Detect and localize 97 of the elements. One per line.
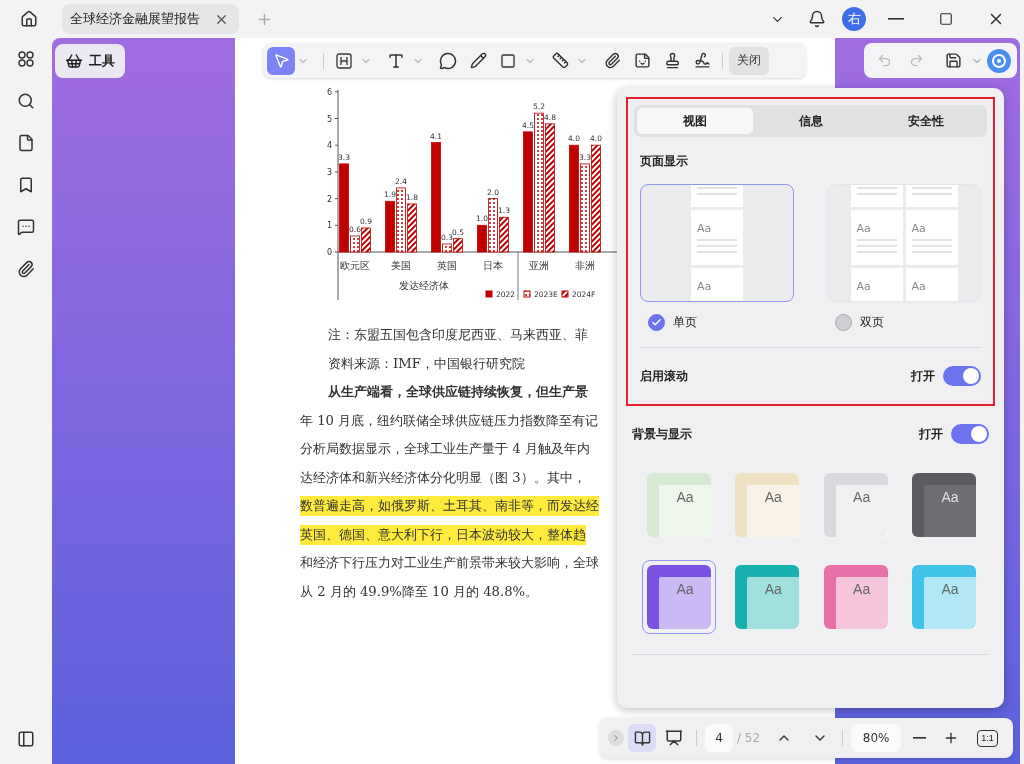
axis-tick-label: 1 (326, 221, 332, 231)
close-toolbar-button[interactable]: 关闭 (729, 46, 769, 75)
theme-sample-text: Aa (676, 489, 694, 505)
reading-mode-button[interactable] (628, 724, 656, 752)
undo-icon (876, 53, 892, 68)
switch-state: 打开 (919, 425, 943, 443)
document-text: 从 2 月的 49.9%降至 10 月的 48.8%。 (300, 582, 539, 601)
bell-icon (808, 10, 826, 28)
zoom-level-field[interactable]: 80% (851, 724, 902, 752)
speech-bubble-icon (439, 51, 457, 70)
preview-text: Aa (697, 280, 713, 293)
save-icon (944, 52, 962, 69)
theme-sample-text: Aa (853, 581, 871, 597)
theme-sample-text: Aa (764, 581, 782, 597)
scroll-switch[interactable] (943, 366, 981, 386)
highlighted-text: 英国、德国、意大利下行，日本波动较大，整体趋 (300, 524, 586, 545)
category-label: 日本 (483, 260, 503, 271)
chart-bar (396, 187, 406, 253)
basket-icon (65, 52, 83, 70)
document-text: 年 10 月底，纽约联储全球供应链压力指数降至有记 (300, 411, 599, 430)
pencil-icon (469, 52, 487, 69)
book-icon (633, 729, 651, 747)
document-text: 从生产端看，全球供应链持续恢复，但生产景 (328, 383, 588, 402)
document-text: 资料来源：IMF，中国银行研究院 (328, 354, 525, 373)
highlighted-text: 数普遍走高，如俄罗斯、土耳其、南非等，而发达经 (300, 496, 599, 517)
chart-bar (385, 200, 395, 253)
minus-icon (912, 737, 926, 739)
user-avatar[interactable]: 右 (842, 7, 866, 31)
tools-button[interactable]: 工具 (55, 44, 125, 78)
axis-tick-label: 6 (326, 87, 332, 97)
paperclip-icon (17, 260, 35, 278)
document-text: 和经济下行压力对工业生产前景带来较大影响，全球 (300, 554, 599, 573)
tab-title: 全球经济金融展望报告 (70, 10, 200, 28)
document-text: 达经济体和新兴经济体分化明显（图 3）。其中， (300, 468, 586, 487)
sidebar-icon (17, 730, 35, 748)
actual-size-button[interactable]: 1:1 (977, 729, 998, 747)
select-tool[interactable] (267, 46, 295, 75)
category-label: 非洲 (575, 260, 595, 271)
theme-sample-text: Aa (853, 489, 871, 505)
maximize-icon (939, 12, 953, 26)
category-label: 亚洲 (529, 260, 549, 271)
axis-tick-label: 3 (326, 167, 332, 177)
assistant-icon[interactable] (987, 48, 1011, 73)
bookmark-icon (17, 176, 35, 194)
preview-text: Aa (911, 222, 927, 235)
rectangle-icon (500, 52, 516, 69)
layout-radio[interactable]: 双页 (827, 314, 981, 331)
page-total: / 52 (737, 731, 761, 745)
paperclip-icon (603, 52, 621, 69)
chart-bar (407, 203, 417, 253)
preview-text: Aa (856, 280, 872, 293)
setting-label: 背景与显示 (632, 425, 693, 443)
text-icon (387, 51, 405, 70)
theme-sample-text: Aa (764, 489, 782, 505)
axis-tick-label: 0 (326, 248, 332, 257)
panel-tab[interactable]: 信息 (752, 108, 869, 134)
section-title: 页面显示 (640, 153, 689, 170)
home-icon (20, 10, 38, 28)
axis-group-label: 发达经济体 (399, 280, 449, 291)
theme-sample-text: Aa (941, 489, 959, 505)
heading-icon (335, 51, 353, 70)
category-label: 欧元区 (340, 260, 370, 271)
redo-icon (908, 53, 924, 68)
panel-tab[interactable]: 安全性 (868, 108, 984, 134)
page-layout-preview[interactable]: Aa Aa Aa Aa (827, 184, 981, 302)
theme-sample-text: Aa (676, 581, 694, 597)
switch-state: 打开 (911, 367, 935, 385)
stamp-icon (663, 52, 681, 69)
pointer-icon (272, 52, 290, 69)
page-layout-preview[interactable]: Aa Aa (640, 184, 794, 302)
setting-label: 启用滚动 (640, 367, 689, 385)
axis-tick-label: 5 (326, 114, 332, 124)
chevron-right-icon (611, 733, 621, 743)
grid-icon (17, 50, 35, 68)
background-switch[interactable] (951, 424, 989, 444)
preview-text: Aa (697, 222, 713, 235)
category-label: 英国 (437, 260, 457, 271)
theme-sample-text: Aa (941, 581, 959, 597)
minimize-icon (888, 18, 904, 20)
ruler-icon (551, 52, 569, 69)
page-icon (17, 134, 35, 152)
document-text: 注：东盟五国包含印度尼西亚、马来西亚、菲 (328, 326, 588, 345)
document-text: 分析局数据显示，全球工业生产量于 4 月触及年内 (300, 440, 590, 459)
document-tab[interactable]: 全球经济金融展望报告 (62, 4, 239, 34)
comment-icon (17, 218, 35, 236)
signature-icon (693, 52, 711, 69)
panel-tab[interactable]: 视图 (637, 108, 753, 134)
search-icon (17, 92, 35, 110)
category-label: 美国 (391, 260, 411, 271)
axis-tick-label: 2 (326, 194, 332, 204)
layout-radio[interactable]: 单页 (640, 314, 794, 331)
sticker-icon (633, 52, 651, 69)
preview-text: Aa (856, 222, 872, 235)
axis-tick-label: 4 (326, 141, 332, 151)
preview-text: Aa (911, 280, 927, 293)
presentation-icon (665, 729, 683, 747)
page-number-field[interactable]: 4 (705, 724, 733, 752)
